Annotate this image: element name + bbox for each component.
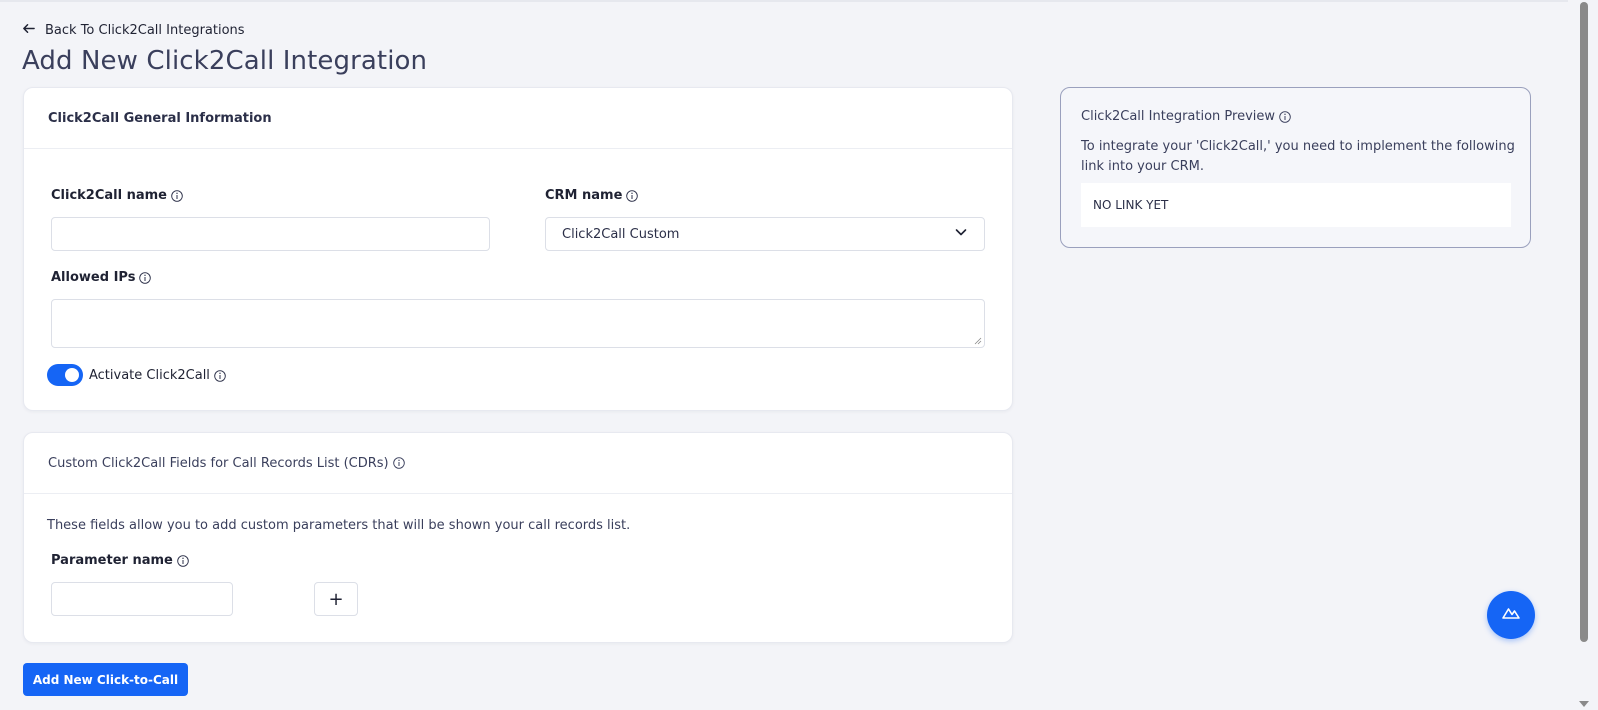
toggle-knob: [65, 368, 79, 382]
general-info-card: Click2Call General Information Click2Cal…: [23, 87, 1013, 411]
custom-fields-card: Custom Click2Call Fields for Call Record…: [23, 432, 1013, 643]
back-link-label: Back To Click2Call Integrations: [45, 23, 245, 38]
chevron-down-icon: [954, 225, 968, 243]
allowed-ips-label: Allowed IPs: [51, 270, 152, 285]
allowed-ips-label-text: Allowed IPs: [51, 270, 136, 285]
page-title: Add New Click2Call Integration: [22, 46, 428, 76]
add-new-click-to-call-button[interactable]: Add New Click-to-Call: [23, 663, 188, 696]
support-chat-button[interactable]: [1487, 591, 1535, 639]
info-icon[interactable]: [626, 189, 639, 202]
preview-link-box: NO LINK YET: [1081, 183, 1511, 227]
crm-name-select[interactable]: Click2Call Custom: [545, 217, 985, 251]
back-link[interactable]: Back To Click2Call Integrations: [22, 22, 245, 39]
activate-label-text: Activate Click2Call: [89, 368, 210, 383]
click2call-name-label-text: Click2Call name: [51, 188, 167, 203]
activate-toggle[interactable]: [47, 364, 83, 386]
info-icon[interactable]: [177, 554, 189, 567]
click2call-name-label: Click2Call name: [51, 188, 183, 203]
parameter-name-label: Parameter name: [51, 553, 189, 568]
info-icon[interactable]: [171, 189, 183, 202]
add-parameter-button[interactable]: +: [314, 582, 358, 616]
crm-name-selected: Click2Call Custom: [562, 226, 680, 242]
info-icon[interactable]: [139, 271, 152, 284]
preview-link-text: NO LINK YET: [1093, 198, 1169, 212]
activate-label: Activate Click2Call: [89, 368, 226, 383]
info-icon[interactable]: [392, 457, 405, 469]
general-info-title: Click2Call General Information: [48, 110, 272, 126]
parameter-name-label-text: Parameter name: [51, 553, 173, 568]
custom-fields-header: Custom Click2Call Fields for Call Record…: [24, 433, 1012, 494]
scrollbar-thumb[interactable]: [1580, 2, 1588, 642]
custom-fields-title: Custom Click2Call Fields for Call Record…: [48, 455, 389, 471]
parameter-name-input[interactable]: [51, 582, 233, 616]
support-chat-icon: [1501, 603, 1521, 627]
general-info-header: Click2Call General Information: [24, 88, 1012, 149]
info-icon[interactable]: [214, 369, 226, 382]
integration-preview-card: Click2Call Integration Preview To integr…: [1060, 87, 1531, 248]
allowed-ips-textarea[interactable]: [51, 299, 985, 348]
scroll-down-arrow-icon[interactable]: [1579, 701, 1589, 707]
preview-description: To integrate your 'Click2Call,' you need…: [1081, 139, 1515, 174]
preview-title-text: Click2Call Integration Preview: [1081, 109, 1276, 124]
plus-icon: +: [328, 588, 344, 610]
click2call-name-input[interactable]: [51, 217, 490, 251]
resize-handle-icon[interactable]: [974, 337, 982, 345]
vertical-scrollbar[interactable]: [1568, 0, 1598, 710]
arrow-left-icon: [22, 22, 35, 39]
add-new-click-to-call-label: Add New Click-to-Call: [32, 672, 179, 687]
top-border: [0, 0, 1568, 2]
info-icon[interactable]: [1279, 110, 1291, 123]
crm-name-label: CRM name: [545, 188, 639, 203]
custom-fields-description: These fields allow you to add custom par…: [47, 518, 631, 533]
preview-title: Click2Call Integration Preview: [1081, 109, 1291, 124]
crm-name-label-text: CRM name: [545, 188, 623, 203]
